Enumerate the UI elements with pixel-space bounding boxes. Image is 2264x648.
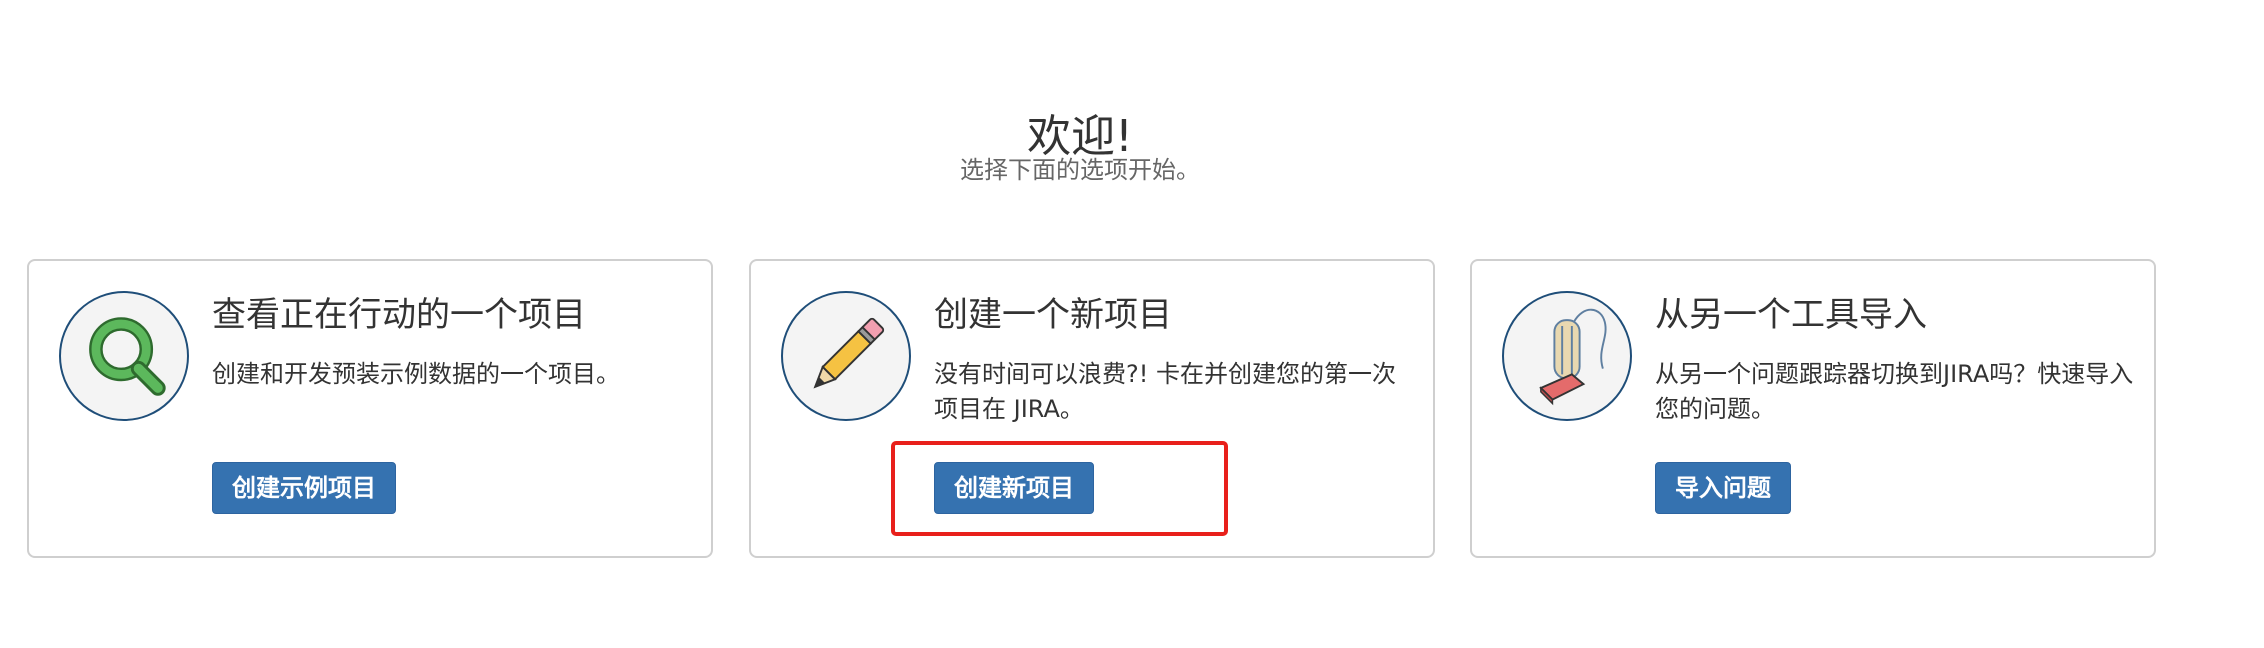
card-new-project: 创建一个新项目 没有时间可以浪费?! 卡在并创建您的第一次项目在 JIRA。 创…: [749, 259, 1435, 558]
card-import: 从另一个工具导入 从另一个问题跟踪器切换到JIRA吗？快速导入您的问题。 导入问…: [1470, 259, 2156, 558]
card-title: 从另一个工具导入: [1655, 295, 1927, 335]
magnifier-icon: [59, 291, 189, 421]
create-sample-project-button[interactable]: 创建示例项目: [212, 462, 396, 514]
vacuum-cleaner-icon: [1502, 291, 1632, 421]
import-issues-button[interactable]: 导入问题: [1655, 462, 1791, 514]
card-sample-project: 查看正在行动的一个项目 创建和开发预装示例数据的一个项目。 创建示例项目: [27, 259, 713, 558]
create-new-project-button[interactable]: 创建新项目: [934, 462, 1094, 514]
page-subtitle: 选择下面的选项开始。: [960, 156, 1200, 184]
card-description: 创建和开发预装示例数据的一个项目。: [212, 360, 620, 388]
card-title: 查看正在行动的一个项目: [212, 295, 586, 335]
card-description: 没有时间可以浪费?! 卡在并创建您的第一次项目在 JIRA。: [934, 360, 1396, 423]
card-title: 创建一个新项目: [934, 295, 1172, 335]
card-description: 从另一个问题跟踪器切换到JIRA吗？快速导入您的问题。: [1655, 360, 2134, 423]
pencil-icon: [781, 291, 911, 421]
